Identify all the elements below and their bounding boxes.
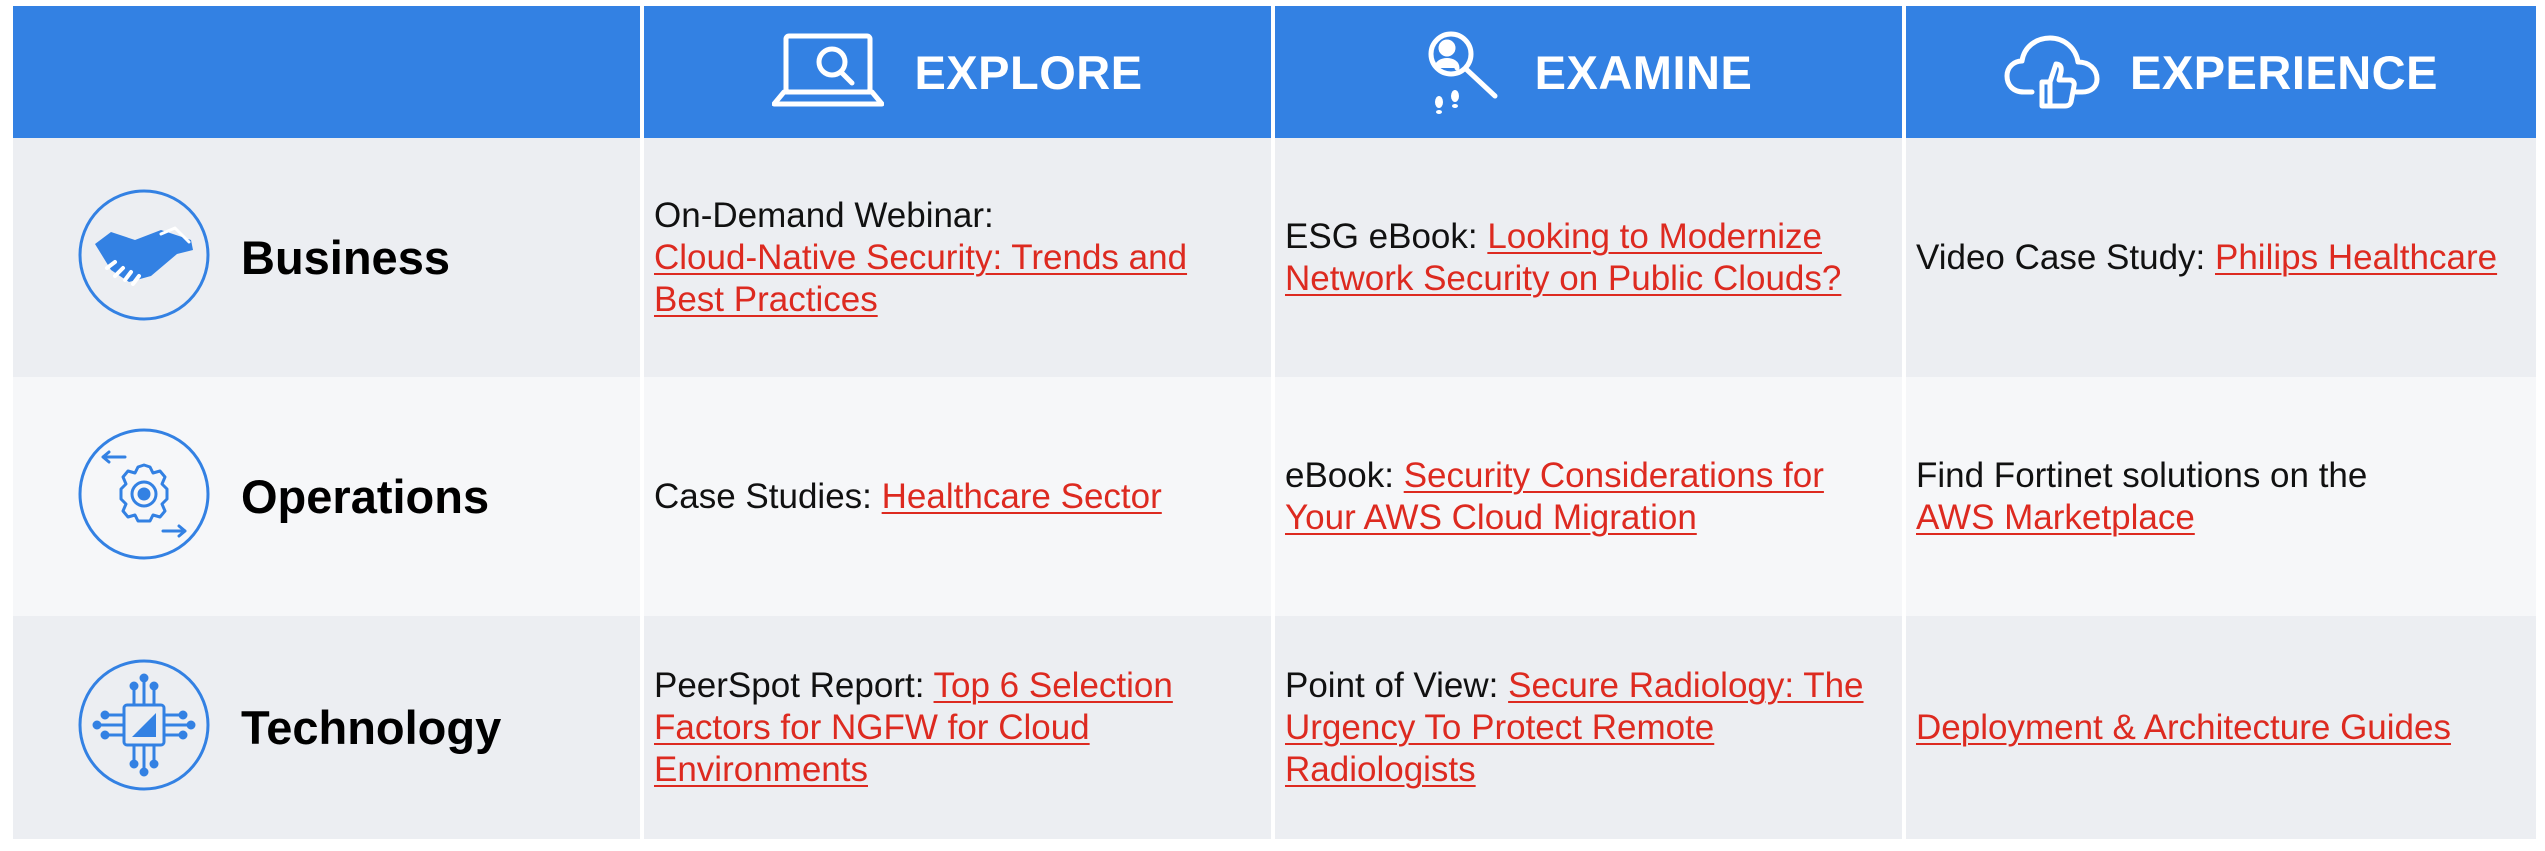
cell-technology-explore: PeerSpot Report: Top 6 Selection Factors… [644, 616, 1271, 839]
header-experience: EXPERIENCE [1906, 6, 2536, 138]
cell-operations-examine: eBook: Security Considerations for Your … [1275, 377, 1902, 616]
cell-prefix: Point of View: [1285, 665, 1499, 705]
header-experience-label: EXPERIENCE [2130, 45, 2438, 99]
cell-business-experience: Video Case Study: Philips Healthcare [1906, 138, 2536, 377]
header-examine-label: EXAMINE [1534, 45, 1753, 99]
resource-table: EXPLORE EXAMINE EXPERIENCE Business On-D… [13, 6, 2536, 851]
person-magnifier-icon [1425, 30, 1505, 114]
header-explore: EXPLORE [644, 6, 1271, 138]
row-label-operations-text: Operations [241, 470, 490, 523]
cell-prefix: Find Fortinet solutions on the [1916, 455, 2368, 495]
cell-operations-experience: Find Fortinet solutions on the AWS Marke… [1906, 377, 2536, 616]
cell-prefix: Video Case Study: [1916, 237, 2206, 277]
header-empty-cell [13, 6, 640, 138]
row-label-technology-text: Technology [241, 701, 502, 754]
laptop-search-icon [772, 32, 885, 112]
row-label-operations: Operations [13, 377, 640, 616]
cell-business-examine: ESG eBook: Looking to Modernize Network … [1275, 138, 1902, 377]
cell-prefix: eBook: [1285, 455, 1394, 495]
cell-prefix: Case Studies: [654, 476, 872, 516]
row-label-technology: Technology [13, 616, 640, 839]
handshake-icon [77, 188, 211, 327]
header-explore-label: EXPLORE [914, 45, 1143, 99]
cell-technology-experience: Deployment & Architecture Guides [1906, 616, 2536, 839]
cell-prefix: PeerSpot Report: [654, 665, 925, 705]
cell-operations-explore: Case Studies: Healthcare Sector [644, 377, 1271, 616]
chip-circuit-icon [77, 658, 211, 797]
cloud-thumbs-up-icon [2004, 34, 2100, 110]
row-label-business-text: Business [241, 231, 450, 284]
cell-technology-examine: Point of View: Secure Radiology: The Urg… [1275, 616, 1902, 839]
cell-prefix: On-Demand Webinar: [654, 195, 994, 235]
link-philips-healthcare[interactable]: Philips Healthcare [2215, 238, 2497, 277]
link-cloud-native-security-webinar[interactable]: Cloud-Native Security: Trends and Best P… [654, 238, 1187, 319]
cell-prefix: ESG eBook: [1285, 216, 1478, 256]
link-aws-marketplace[interactable]: AWS Marketplace [1916, 498, 2195, 537]
link-deployment-architecture-guides[interactable]: Deployment & Architecture Guides [1916, 708, 2451, 747]
gear-cycle-icon [77, 427, 211, 566]
link-healthcare-sector[interactable]: Healthcare Sector [882, 477, 1162, 516]
row-label-business: Business [13, 138, 640, 377]
cell-business-explore: On-Demand Webinar: Cloud-Native Security… [644, 138, 1271, 377]
header-examine: EXAMINE [1275, 6, 1902, 138]
